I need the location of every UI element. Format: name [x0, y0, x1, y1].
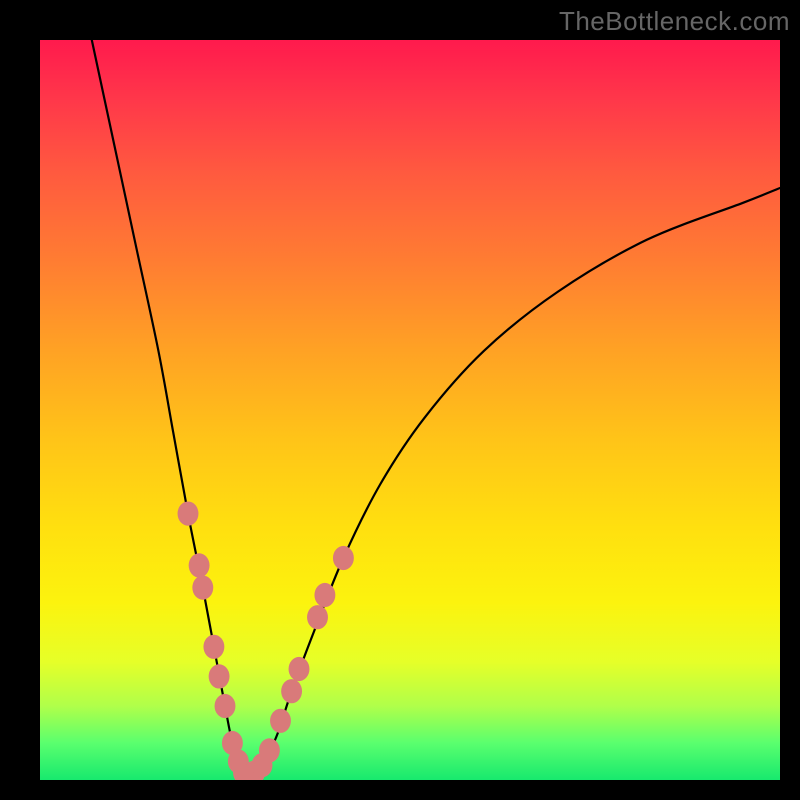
chart-frame: TheBottleneck.com — [0, 0, 800, 800]
marker-point — [178, 502, 199, 526]
marker-point — [189, 553, 210, 577]
curve-group — [92, 40, 780, 776]
curve-right-branch — [247, 188, 780, 776]
marker-point — [215, 694, 236, 718]
marker-point — [203, 635, 224, 659]
marker-point — [333, 546, 354, 570]
marker-point — [192, 576, 213, 600]
marker-point — [307, 605, 328, 629]
watermark-text: TheBottleneck.com — [559, 6, 790, 37]
marker-point — [281, 679, 302, 703]
marker-group — [178, 502, 354, 781]
marker-point — [270, 709, 291, 733]
marker-point — [209, 664, 230, 688]
marker-point — [259, 738, 280, 762]
chart-overlay — [40, 40, 780, 780]
marker-point — [314, 583, 335, 607]
plot-area — [40, 40, 780, 780]
marker-point — [289, 657, 310, 681]
